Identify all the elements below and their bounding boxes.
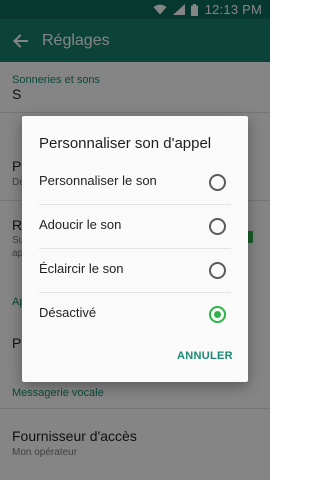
- option-eclaircir[interactable]: Éclaircir le son: [22, 248, 248, 292]
- option-label: Désactivé: [39, 305, 97, 320]
- option-label: Éclaircir le son: [39, 261, 124, 276]
- radio-button[interactable]: [209, 262, 226, 279]
- call-sound-dialog: Personnaliser son d'appel Personnaliser …: [22, 116, 248, 382]
- option-label: Adoucir le son: [39, 217, 122, 232]
- option-desactive[interactable]: Désactivé: [22, 292, 248, 336]
- option-adoucir[interactable]: Adoucir le son: [22, 204, 248, 248]
- option-personnaliser[interactable]: Personnaliser le son: [22, 160, 248, 204]
- radio-button-selected[interactable]: [209, 306, 226, 323]
- cancel-button[interactable]: ANNULER: [170, 344, 240, 368]
- dialog-title: Personnaliser son d'appel: [39, 135, 212, 152]
- radio-button[interactable]: [209, 218, 226, 235]
- option-label: Personnaliser le son: [39, 173, 157, 188]
- radio-button[interactable]: [209, 174, 226, 191]
